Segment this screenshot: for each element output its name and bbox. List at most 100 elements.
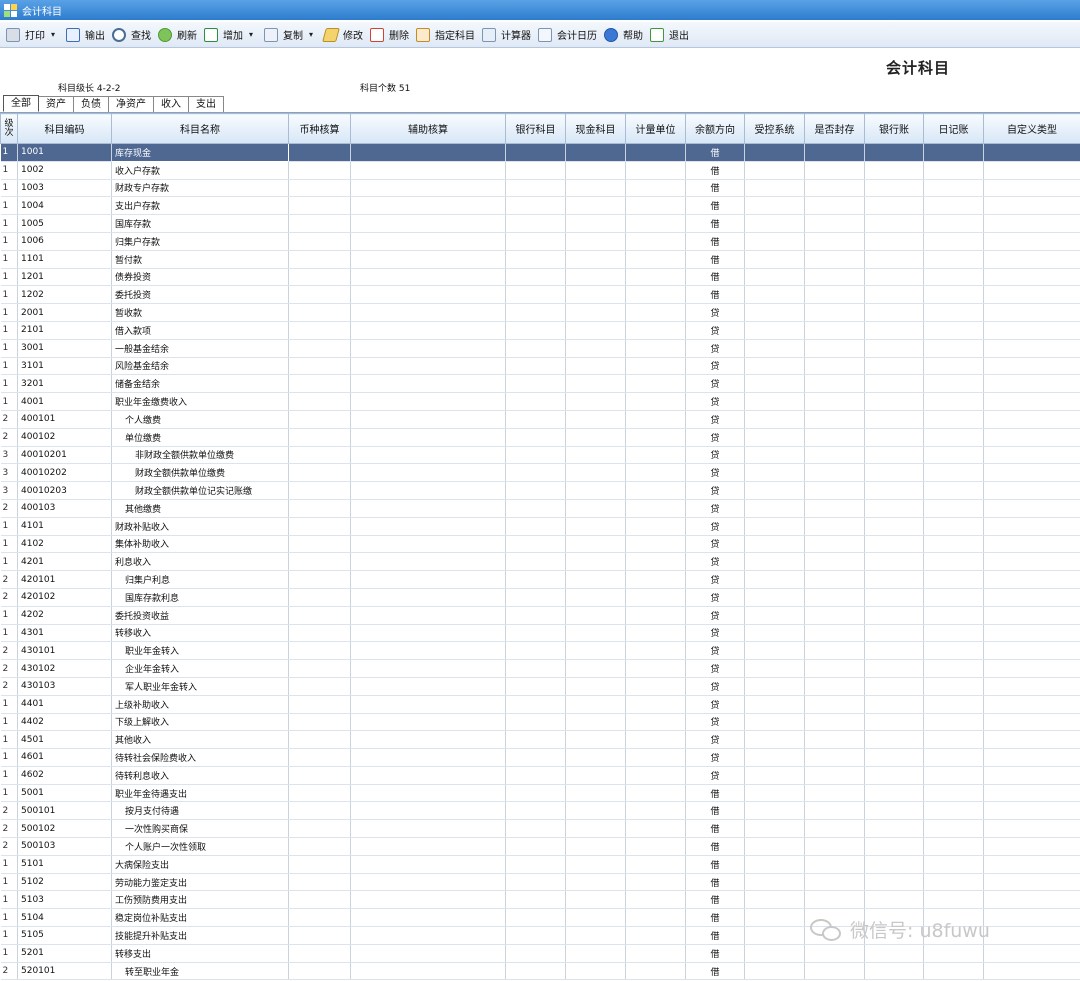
level-cell: 1 xyxy=(0,873,18,892)
table-row[interactable]: 1 3201 储备金结余 贷 xyxy=(0,374,1080,394)
table-row[interactable]: 3 40010203 财政全额供款单位记实记账缴 贷 xyxy=(0,481,1080,500)
column-header[interactable]: 现金科目 xyxy=(565,113,626,144)
toolbar-button-refresh[interactable]: 刷新 xyxy=(155,25,200,45)
empty-cell xyxy=(350,659,506,678)
table-row[interactable]: 1 1001 库存现金 借 xyxy=(0,143,1080,162)
tab-0[interactable]: 全部 xyxy=(3,95,39,112)
toolbar-button-copy[interactable]: 复制 ▾ xyxy=(261,25,320,45)
table-row[interactable]: 2 400102 单位缴费 贷 xyxy=(0,428,1080,447)
empty-cell xyxy=(864,944,924,963)
table-row[interactable]: 2 500101 按月支付待遇 借 xyxy=(0,801,1080,821)
table-row[interactable]: 1 5001 职业年金待遇支出 借 xyxy=(0,784,1080,803)
table-row[interactable]: 2 430102 企业年金转入 贷 xyxy=(0,659,1080,678)
table-row[interactable]: 1 4201 利息收入 贷 xyxy=(0,552,1080,572)
toolbar-button-exit[interactable]: 退出 xyxy=(647,25,692,45)
column-header[interactable]: 辅助核算 xyxy=(350,113,506,144)
toolbar-button-delete[interactable]: 删除 xyxy=(367,25,412,45)
table-row[interactable]: 1 3101 风险基金结余 贷 xyxy=(0,357,1080,376)
table-row[interactable]: 2 420101 归集户利息 贷 xyxy=(0,570,1080,589)
column-header[interactable]: 受控系统 xyxy=(744,113,805,144)
table-row[interactable]: 3 40010202 财政全额供款单位缴费 贷 xyxy=(0,463,1080,483)
table-row[interactable]: 1 4602 待转利息收入 贷 xyxy=(0,766,1080,785)
toolbar-button-print[interactable]: 打印 ▾ xyxy=(3,25,62,45)
table-row[interactable]: 1 1002 收入户存款 借 xyxy=(0,161,1080,180)
toolbar-button-assign-subject[interactable]: 指定科目 xyxy=(413,25,478,45)
empty-cell xyxy=(505,392,566,411)
toolbar-button-edit[interactable]: 修改 xyxy=(321,25,366,45)
column-header[interactable]: 银行科目 xyxy=(505,113,566,144)
table-row[interactable]: 1 4401 上级补助收入 贷 xyxy=(0,695,1080,714)
column-header[interactable]: 日记账 xyxy=(923,113,984,144)
table-row[interactable]: 1 4501 其他收入 贷 xyxy=(0,730,1080,750)
subject-grid[interactable]: 级次 科目编码 科目名称 币种核算 辅助核算 银行科目 现金科目 计量单位 余额方向 受控系统 是否… xyxy=(0,112,1080,981)
tab-2[interactable]: 负债 xyxy=(74,96,109,112)
table-row[interactable]: 2 420102 国库存款利息 贷 xyxy=(0,588,1080,607)
empty-cell xyxy=(505,962,566,981)
table-row[interactable]: 2 520101 转至职业年金 借 xyxy=(0,962,1080,981)
table-row[interactable]: 2 430103 军人职业年金转入 贷 xyxy=(0,677,1080,696)
table-row[interactable]: 1 5103 工伤预防费用支出 借 xyxy=(0,890,1080,910)
table-row[interactable]: 1 3001 一般基金结余 贷 xyxy=(0,339,1080,358)
toolbar-button-search[interactable]: 查找 xyxy=(109,25,154,45)
empty-cell xyxy=(288,748,351,767)
tab-5[interactable]: 支出 xyxy=(189,96,224,112)
column-header[interactable]: 银行账 xyxy=(864,113,924,144)
table-row[interactable]: 1 1202 委托投资 借 xyxy=(0,285,1080,305)
column-header[interactable]: 计量单位 xyxy=(625,113,686,144)
level-cell: 2 xyxy=(0,428,18,447)
table-row[interactable]: 1 1101 暂付款 借 xyxy=(0,250,1080,269)
table-row[interactable]: 2 500102 一次性购买商保 借 xyxy=(0,819,1080,839)
table-row[interactable]: 1 1005 国库存款 借 xyxy=(0,214,1080,233)
table-row[interactable]: 3 40010201 非财政全额供款单位缴费 贷 xyxy=(0,446,1080,465)
empty-cell xyxy=(350,481,506,500)
table-row[interactable]: 1 1201 债券投资 借 xyxy=(0,268,1080,287)
table-row[interactable]: 1 1003 财政专户存款 借 xyxy=(0,179,1080,198)
dropdown-arrow-icon[interactable]: ▾ xyxy=(249,30,253,39)
table-row[interactable]: 1 5102 劳动能力鉴定支出 借 xyxy=(0,873,1080,892)
code-cell: 5103 xyxy=(17,890,112,910)
empty-cell xyxy=(505,339,566,358)
table-row[interactable]: 1 4001 职业年金缴费收入 贷 xyxy=(0,392,1080,411)
column-header[interactable]: 是否封存 xyxy=(804,113,865,144)
table-row[interactable]: 2 400103 其他缴费 贷 xyxy=(0,499,1080,518)
table-row[interactable]: 1 5101 大病保险支出 借 xyxy=(0,855,1080,874)
dropdown-arrow-icon[interactable]: ▾ xyxy=(51,30,55,39)
column-header[interactable]: 余额方向 xyxy=(685,113,745,144)
balance-direction-cell: 借 xyxy=(685,908,745,928)
empty-cell xyxy=(625,944,686,963)
table-row[interactable]: 1 4202 委托投资收益 贷 xyxy=(0,606,1080,625)
dropdown-arrow-icon[interactable]: ▾ xyxy=(309,30,313,39)
tab-4[interactable]: 收入 xyxy=(154,96,189,112)
table-row[interactable]: 1 4102 集体补助收入 贷 xyxy=(0,535,1080,554)
column-header[interactable]: 币种核算 xyxy=(288,113,351,144)
tab-3[interactable]: 净资产 xyxy=(109,96,154,112)
table-row[interactable]: 1 5201 转移支出 借 xyxy=(0,944,1080,963)
table-row[interactable]: 2 400101 个人缴费 贷 xyxy=(0,410,1080,429)
table-row[interactable]: 1 2101 借入款项 贷 xyxy=(0,321,1080,340)
toolbar-button-calendar[interactable]: 会计日历 xyxy=(535,25,600,45)
column-header[interactable]: 自定义类型 xyxy=(983,113,1080,144)
table-row[interactable]: 1 1006 归集户存款 借 xyxy=(0,232,1080,251)
watermark-text: 微信号: u8fuwu xyxy=(850,920,990,942)
table-row[interactable]: 1 2001 暂收款 贷 xyxy=(0,303,1080,322)
column-header[interactable]: 科目名称 xyxy=(111,113,289,144)
empty-cell xyxy=(565,535,626,554)
table-row[interactable]: 2 430101 职业年金转入 贷 xyxy=(0,641,1080,661)
column-header[interactable]: 级次 xyxy=(0,113,18,144)
table-row[interactable]: 1 4601 待转社会保险费收入 贷 xyxy=(0,748,1080,767)
table-row[interactable]: 1 1004 支出户存款 借 xyxy=(0,196,1080,216)
empty-cell xyxy=(565,606,626,625)
empty-cell xyxy=(864,873,924,892)
toolbar-button-calculator[interactable]: 计算器 xyxy=(479,25,534,45)
toolbar-button-add[interactable]: 增加 ▾ xyxy=(201,25,260,45)
empty-cell xyxy=(288,784,351,803)
toolbar-button-export[interactable]: 输出 xyxy=(63,25,108,45)
toolbar-button-help[interactable]: 帮助 xyxy=(601,25,646,45)
code-cell: 500101 xyxy=(17,801,112,821)
tab-1[interactable]: 资产 xyxy=(39,96,74,112)
table-row[interactable]: 1 4101 财政补贴收入 贷 xyxy=(0,517,1080,536)
table-row[interactable]: 1 4301 转移收入 贷 xyxy=(0,624,1080,643)
column-header[interactable]: 科目编码 xyxy=(17,113,112,144)
table-row[interactable]: 1 4402 下级上解收入 贷 xyxy=(0,713,1080,732)
table-row[interactable]: 2 500103 个人账户一次性领取 借 xyxy=(0,837,1080,856)
